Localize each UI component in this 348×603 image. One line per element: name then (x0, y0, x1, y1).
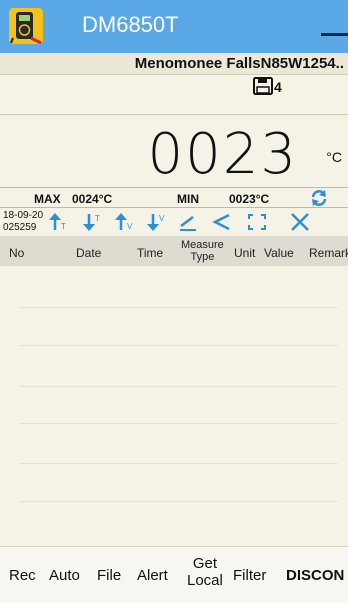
down-arrow-t-icon[interactable]: T (81, 212, 103, 232)
bottom-nav: Rec Auto File Alert Get Local Filter DIS… (0, 546, 348, 603)
down-arrow-v-icon[interactable]: V (145, 212, 167, 232)
svg-text:V: V (159, 214, 165, 223)
row-divider (20, 463, 338, 464)
min-label: MIN (177, 192, 199, 206)
fullscreen-icon[interactable] (246, 212, 268, 232)
refresh-icon[interactable] (310, 189, 328, 207)
filter-button[interactable]: Filter (233, 567, 266, 584)
alert-button[interactable]: Alert (137, 567, 168, 584)
table-header: No Date Time Measure Type Unit Value Rem… (0, 236, 348, 266)
max-value: 0024°C (72, 192, 113, 206)
toolbar-time: 025259 (3, 222, 37, 233)
min-value: 0023°C (229, 192, 270, 206)
disconnect-button[interactable]: DISCON (286, 567, 344, 584)
toolbar-date: 18-09-20 (3, 210, 44, 221)
auto-button[interactable]: Auto (49, 567, 80, 584)
col-measure-line1: Measure (181, 239, 224, 251)
reading-unit: °C (326, 149, 342, 165)
col-measure-line2: Type (190, 251, 215, 263)
row-divider (20, 345, 338, 346)
app-bar: DM6850T (0, 0, 348, 53)
row-divider (20, 386, 338, 387)
col-value: Value (264, 246, 294, 260)
menu-dash-icon[interactable] (321, 33, 348, 36)
reading-display: 0023 °C (0, 115, 348, 187)
action-toolbar: 18-09-20 025259 T T V V (0, 208, 348, 236)
floppy-disk-icon[interactable] (253, 77, 273, 95)
col-unit: Unit (234, 246, 256, 260)
col-remark: Remark (309, 246, 348, 260)
pencil-icon[interactable] (177, 212, 199, 232)
file-button[interactable]: File (97, 567, 121, 584)
up-arrow-t-icon[interactable]: T (47, 212, 69, 232)
svg-text:T: T (61, 222, 66, 231)
app-title: DM6850T (82, 12, 179, 37)
toolbar-datetime: 18-09-20 025259 (3, 210, 43, 234)
location-text: Menomonee FallsN85W1254.. (134, 55, 344, 72)
max-min-row: MAX 0024°C MIN 0023°C (0, 187, 348, 208)
table-body[interactable] (0, 266, 348, 546)
col-time: Time (137, 246, 164, 260)
col-date: Date (76, 246, 102, 260)
col-measure-type: Measure Type (181, 239, 224, 263)
close-icon[interactable] (289, 212, 311, 232)
col-no: No (9, 246, 25, 260)
rec-button[interactable]: Rec (9, 567, 36, 584)
get-local-button[interactable]: Get Local (187, 555, 223, 589)
up-arrow-v-icon[interactable]: V (113, 212, 135, 232)
get-local-line1: Get (192, 555, 218, 572)
saved-count: 4 (274, 79, 282, 95)
max-label: MAX (34, 192, 61, 206)
row-divider (20, 423, 338, 424)
row-divider (20, 307, 338, 308)
get-local-line2: Local (187, 572, 223, 589)
svg-text:T: T (95, 214, 100, 223)
multimeter-app-icon[interactable] (9, 8, 43, 44)
saved-records-row: 4 (0, 75, 348, 115)
svg-text:V: V (127, 222, 133, 231)
row-divider (20, 501, 338, 502)
share-icon[interactable] (211, 212, 233, 232)
reading-value: 0023 (147, 122, 298, 187)
location-bar: Menomonee FallsN85W1254.. (0, 53, 348, 75)
